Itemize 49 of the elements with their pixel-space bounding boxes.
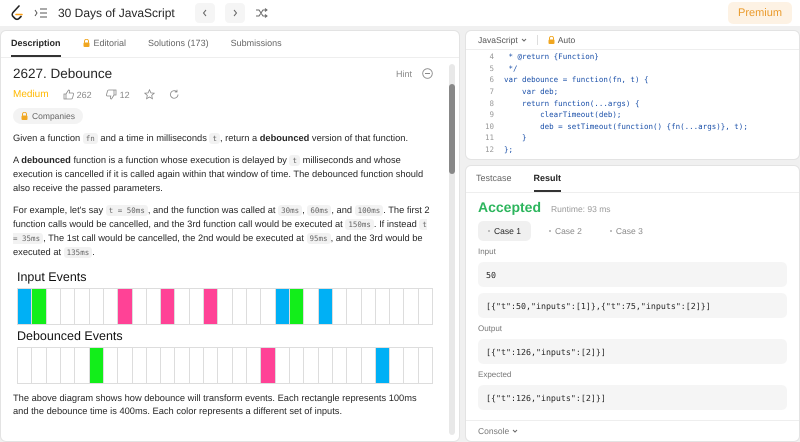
dislike-count: 12 xyxy=(120,90,130,100)
diagram-title: Input Events xyxy=(17,270,88,284)
mode-label: Auto xyxy=(558,35,576,45)
section-label: Output xyxy=(478,324,504,333)
panel-tab[interactable]: Result xyxy=(534,166,562,192)
problem-list-title[interactable]: 30 Days of JavaScript xyxy=(58,6,175,20)
section-label: Input xyxy=(478,247,497,256)
section-label: Expected xyxy=(478,370,512,379)
like-count: 262 xyxy=(76,90,92,100)
lock-icon xyxy=(21,112,28,120)
value-field: [{"t":50,"inputs":[1]},{"t":75,"inputs":[2]}] xyxy=(478,293,787,318)
difficulty-label: Medium xyxy=(13,89,49,100)
more-icon[interactable] xyxy=(422,68,433,79)
chevron-icon xyxy=(202,9,208,17)
thumbs-up-icon[interactable] xyxy=(62,89,74,100)
panel-tab[interactable]: Description xyxy=(11,31,61,57)
status-label: Accepted xyxy=(478,199,542,215)
logo-icon[interactable] xyxy=(10,5,24,21)
hint-link[interactable]: Hint xyxy=(396,68,412,78)
thumbs-down-icon[interactable] xyxy=(106,89,117,100)
panel-tab[interactable]: Submissions xyxy=(230,31,282,57)
companies-tag[interactable]: Companies xyxy=(13,108,83,124)
lock-icon xyxy=(548,36,555,44)
value-field: [{"t":126,"inputs":[2]}] xyxy=(478,339,787,364)
panel-tab[interactable]: Testcase xyxy=(476,166,512,192)
previous-button[interactable] xyxy=(194,3,215,23)
description-paragraph: The above diagram shows how debounce will transform events. Each rectangle represents 100ms and the debounce time is 400ms. Each color represents a different set of inputs. xyxy=(13,392,418,418)
problem-title: 2627. Debounce xyxy=(13,66,112,81)
scrollbar[interactable] xyxy=(449,64,455,435)
case-tab[interactable]: Case 2 xyxy=(538,221,592,241)
star-icon[interactable] xyxy=(144,89,155,100)
value-field: 50 xyxy=(478,262,787,287)
chevron-icon xyxy=(512,427,518,435)
chevron-icon xyxy=(520,36,527,44)
language-dropdown[interactable]: JavaScript xyxy=(478,35,527,45)
runtime-label: Runtime: 93 ms xyxy=(551,204,611,214)
panel-tab[interactable]: Editorial xyxy=(82,31,126,57)
next-button[interactable] xyxy=(224,3,245,23)
shuffle-icon[interactable] xyxy=(254,8,268,18)
console-button[interactable]: Console xyxy=(478,426,518,436)
list-icon[interactable] xyxy=(34,8,48,18)
lock-icon xyxy=(82,39,90,47)
case-tab[interactable]: Case 1 xyxy=(478,221,531,241)
diagram-title: Debounced Events xyxy=(17,328,124,342)
value-field: [{"t":126,"inputs":[2]}] xyxy=(478,385,787,410)
panel-tab[interactable]: Solutions (173) xyxy=(148,31,209,57)
share-icon[interactable] xyxy=(168,89,180,100)
case-tab[interactable]: Case 3 xyxy=(600,221,653,241)
chevron-icon xyxy=(232,9,238,17)
